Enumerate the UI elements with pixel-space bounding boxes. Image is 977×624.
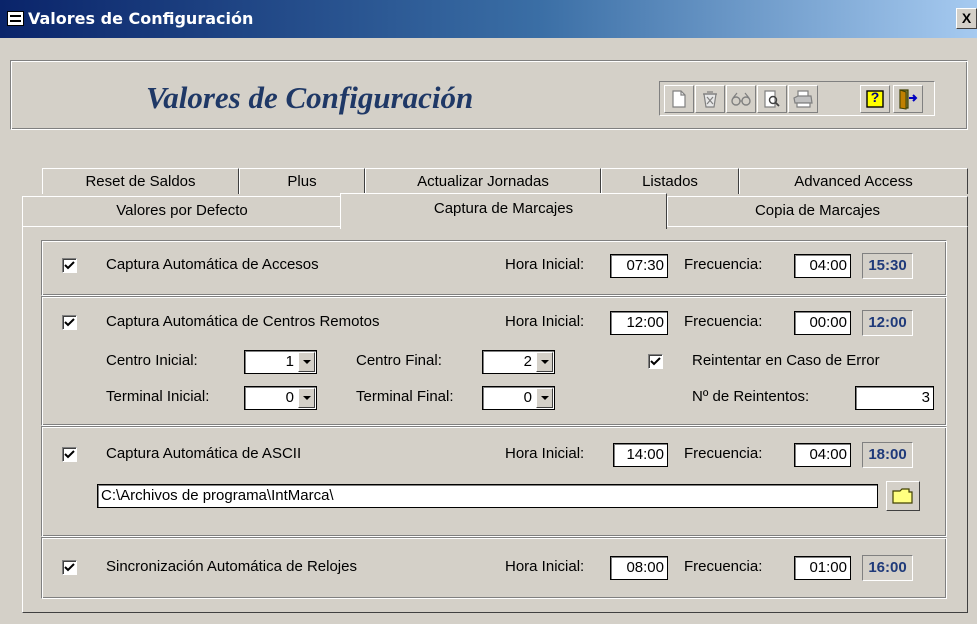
chevron-down-icon[interactable]: [298, 352, 315, 372]
centro-inicial-value: 1: [285, 353, 294, 370]
tab-copia-de-marcajes[interactable]: Copia de Marcajes: [667, 196, 968, 226]
folder-icon: [892, 488, 913, 504]
relojes-hora-label: Hora Inicial:: [505, 558, 585, 575]
tab-valores-por-defecto[interactable]: Valores por Defecto: [22, 196, 342, 226]
terminal-final-select[interactable]: 0: [482, 386, 555, 410]
ascii-hora-label: Hora Inicial:: [505, 445, 585, 462]
print-icon: [793, 90, 813, 108]
help-button[interactable]: ?: [860, 85, 890, 113]
new-document-icon: [672, 90, 686, 108]
remotos-label: Captura Automática de Centros Remotos: [106, 313, 380, 330]
new-document-button[interactable]: [664, 85, 694, 113]
check-icon: [650, 357, 661, 366]
relojes-freq-input[interactable]: 01:00: [794, 556, 851, 580]
help-label: ?: [870, 89, 880, 105]
reintentar-label: Reintentar en Caso de Error: [692, 352, 880, 369]
check-icon: [64, 450, 75, 459]
check-icon: [64, 563, 75, 572]
check-icon: [64, 261, 75, 270]
delete-icon: [703, 91, 717, 108]
find-icon: [731, 92, 751, 106]
accesos-freq-input[interactable]: 04:00: [794, 254, 851, 278]
tab-actualizar-jornadas[interactable]: Actualizar Jornadas: [365, 168, 601, 194]
terminal-inicial-select[interactable]: 0: [244, 386, 317, 410]
terminal-inicial-value: 0: [285, 389, 294, 406]
chevron-down-icon[interactable]: [536, 352, 553, 372]
accesos-hora-label: Hora Inicial:: [505, 256, 585, 273]
accesos-hora-input[interactable]: 07:30: [610, 254, 668, 278]
tab-advanced-access[interactable]: Advanced Access: [739, 168, 968, 194]
check-icon: [64, 318, 75, 327]
ascii-freq-label: Frecuencia:: [684, 445, 763, 462]
accesos-result: 15:30: [862, 253, 913, 279]
form-icon: [7, 11, 24, 26]
print-button[interactable]: [788, 85, 818, 113]
relojes-label: Sincronización Automática de Relojes: [106, 558, 357, 575]
remotos-checkbox[interactable]: [62, 315, 77, 330]
close-button[interactable]: X: [956, 8, 977, 29]
relojes-freq-label: Frecuencia:: [684, 558, 763, 575]
centro-final-select[interactable]: 2: [482, 350, 555, 374]
ascii-hora-input[interactable]: 14:00: [613, 443, 668, 467]
ascii-result: 18:00: [862, 442, 913, 468]
ascii-freq-input[interactable]: 04:00: [794, 443, 851, 467]
browse-folder-button[interactable]: [886, 481, 920, 511]
print-preview-button[interactable]: [757, 85, 787, 113]
delete-button[interactable]: [695, 85, 725, 113]
centro-final-label: Centro Final:: [356, 352, 442, 369]
exit-icon: [899, 89, 918, 110]
chevron-down-icon[interactable]: [298, 388, 315, 408]
reintentar-checkbox[interactable]: [648, 354, 663, 369]
remotos-freq-input[interactable]: 00:00: [794, 311, 851, 335]
chevron-down-icon[interactable]: [536, 388, 553, 408]
centro-final-value: 2: [523, 353, 532, 370]
window-title: Valores de Configuración: [28, 9, 254, 28]
terminal-final-value: 0: [523, 389, 532, 406]
ascii-label: Captura Automática de ASCII: [106, 445, 302, 462]
relojes-result: 16:00: [862, 555, 913, 581]
relojes-hora-input[interactable]: 08:00: [610, 556, 668, 580]
terminal-inicial-label: Terminal Inicial:: [106, 388, 210, 405]
toolbar: ?: [659, 81, 935, 116]
accesos-checkbox[interactable]: [62, 258, 77, 273]
relojes-checkbox[interactable]: [62, 560, 77, 575]
tab-plus[interactable]: Plus: [239, 168, 365, 194]
remotos-hora-label: Hora Inicial:: [505, 313, 585, 330]
reintentos-input[interactable]: 3: [855, 386, 934, 410]
tab-reset-saldos[interactable]: Reset de Saldos: [42, 168, 239, 194]
reintentos-label: Nº de Reintentos:: [692, 388, 810, 405]
accesos-label: Captura Automática de Accesos: [106, 256, 319, 273]
ascii-path-input[interactable]: C:\Archivos de programa\IntMarca\: [97, 484, 878, 508]
centro-inicial-select[interactable]: 1: [244, 350, 317, 374]
tab-listados[interactable]: Listados: [601, 168, 739, 194]
page-title: Valores de Configuración: [146, 80, 474, 115]
terminal-final-label: Terminal Final:: [356, 388, 454, 405]
ascii-checkbox[interactable]: [62, 447, 77, 462]
find-button[interactable]: [726, 85, 756, 113]
exit-button[interactable]: [893, 85, 923, 113]
remotos-hora-input[interactable]: 12:00: [610, 311, 668, 335]
tab-captura-de-marcajes[interactable]: Captura de Marcajes: [340, 193, 667, 229]
centro-inicial-label: Centro Inicial:: [106, 352, 198, 369]
remotos-freq-label: Frecuencia:: [684, 313, 763, 330]
print-preview-icon: [764, 90, 780, 108]
accesos-freq-label: Frecuencia:: [684, 256, 763, 273]
remotos-result: 12:00: [862, 310, 913, 336]
